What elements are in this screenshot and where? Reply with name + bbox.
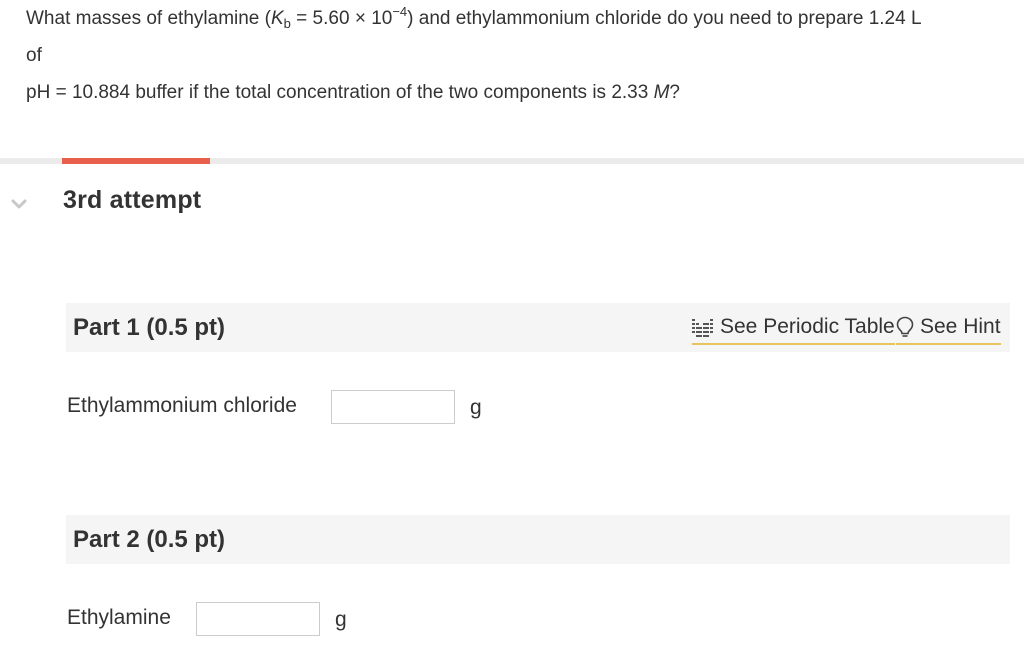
see-hint-link[interactable]: See Hint	[896, 311, 1001, 345]
molar-unit: M	[653, 82, 670, 103]
part-2-title: Part 2 (0.5 pt)	[73, 526, 226, 553]
ethylamine-label: Ethylamine	[67, 606, 171, 629]
ethylammonium-chloride-label: Ethylammonium chloride	[67, 394, 297, 417]
question-line-3: pH = 10.884 buffer if the total concentr…	[26, 74, 1016, 111]
part-2-header: Part 2 (0.5 pt)	[66, 515, 1010, 564]
kb-subscript: b	[283, 16, 291, 31]
see-periodic-table-label: See Periodic Table	[720, 315, 895, 338]
periodic-table-icon	[692, 319, 713, 337]
chevron-down-icon[interactable]	[11, 196, 27, 212]
question-line-1: What masses of ethylamine (Kb = 5.60 × 1…	[26, 0, 1016, 37]
ethylammonium-chloride-unit: g	[470, 396, 482, 419]
kb-value: = 5.60 × 10	[290, 8, 393, 29]
question-text-part: ?	[669, 82, 680, 103]
question-line-2: of	[26, 45, 42, 66]
ethylamine-input[interactable]	[196, 602, 320, 636]
question-text: What masses of ethylamine (Kb = 5.60 × 1…	[26, 0, 1016, 111]
lightbulb-icon	[896, 316, 914, 337]
part-1-title: Part 1 (0.5 pt)	[73, 314, 226, 341]
question-text-part: What masses of ethylamine (	[26, 8, 271, 29]
ethylamine-unit: g	[335, 608, 347, 631]
attempt-title: 3rd attempt	[63, 186, 202, 214]
attempt-progress-indicator	[62, 158, 210, 164]
question-text-part: ) and ethylammonium chloride do you need…	[407, 8, 922, 29]
kb-symbol: K	[270, 8, 284, 29]
see-hint-label: See Hint	[920, 315, 1001, 338]
question-text-part: pH = 10.884 buffer if the total concentr…	[26, 82, 654, 103]
part-1-header: Part 1 (0.5 pt) See Periodic Table See H…	[66, 303, 1010, 352]
kb-exponent: −4	[392, 4, 408, 19]
see-periodic-table-link[interactable]: See Periodic Table	[692, 311, 895, 345]
ethylammonium-chloride-input[interactable]	[331, 390, 455, 424]
